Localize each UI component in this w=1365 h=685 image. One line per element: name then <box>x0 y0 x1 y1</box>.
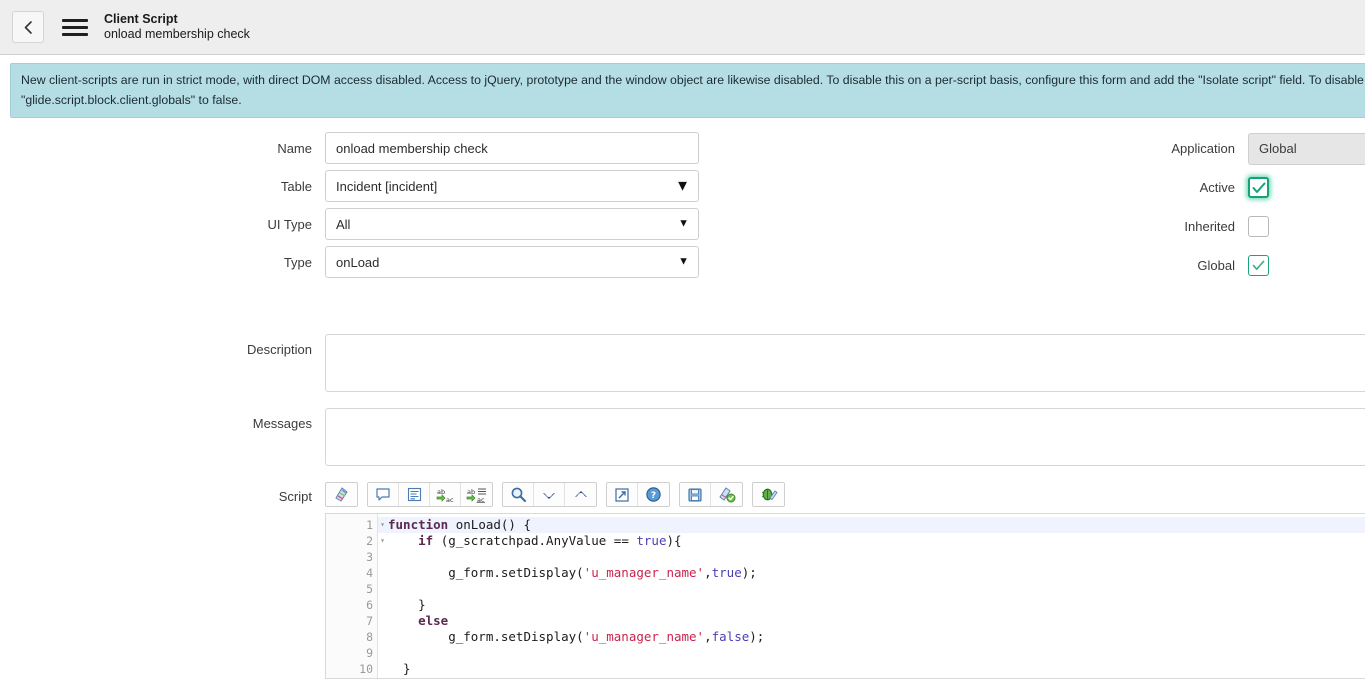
script-code-editor[interactable]: 1 ▾ 2 ▾ 3 4 5 6 7 8 9 10 function onLoad() { if (g_… <box>325 513 1365 679</box>
description-label: Description <box>246 342 312 357</box>
toolbar-group-format <box>325 482 358 507</box>
toolbar-group-edit: ab ac ab ac <box>367 482 493 507</box>
comment-icon[interactable] <box>368 483 399 506</box>
debug-script-icon[interactable] <box>753 483 784 506</box>
code-line[interactable]: } <box>388 597 1365 613</box>
svg-text:ac: ac <box>446 496 454 503</box>
line-number: 10 <box>359 662 373 676</box>
banner-line-1: New client-scripts are run in strict mod… <box>21 73 1365 87</box>
popout-editor-icon[interactable] <box>607 483 638 506</box>
check-icon <box>1252 182 1265 193</box>
client-script-form: Name Table Incident [incident] ▼ UI Type… <box>0 118 1365 679</box>
find-next-icon[interactable] <box>534 483 565 506</box>
global-checkbox[interactable] <box>1248 255 1269 276</box>
fold-arrow-icon[interactable]: ▾ <box>380 517 385 533</box>
search-icon[interactable] <box>503 483 534 506</box>
ui-type-select-wrapper: All ▼ <box>325 208 699 240</box>
toolbar-group-window: ? <box>606 482 670 507</box>
description-textarea[interactable] <box>325 334 1365 392</box>
svg-text:ab: ab <box>467 488 475 496</box>
name-label: Name <box>277 140 312 156</box>
type-label: Type <box>283 254 312 270</box>
svg-text:ac: ac <box>477 496 485 503</box>
form-right-column: Application Global Active Inherited Glob… <box>1000 132 1365 288</box>
table-label: Table <box>280 178 312 194</box>
ui-type-label: UI Type <box>267 216 312 232</box>
code-line[interactable]: else <box>388 613 1365 629</box>
replace-word-icon[interactable]: ab ac <box>430 483 461 506</box>
save-icon[interactable] <box>680 483 711 506</box>
messages-textarea[interactable] <box>325 408 1365 466</box>
check-icon <box>1252 260 1265 270</box>
active-label: Active <box>1199 180 1235 195</box>
line-number: 2 ▾ <box>366 534 385 548</box>
line-number: 9 <box>366 646 373 660</box>
line-number: 8 <box>366 630 373 644</box>
record-name-subtitle: onload membership check <box>104 27 250 41</box>
code-line[interactable]: function onLoad() { <box>378 517 1365 533</box>
inherited-label: Inherited <box>1184 219 1235 234</box>
script-label: Script <box>278 489 312 504</box>
field-row-active: Active <box>1000 171 1365 204</box>
code-line[interactable] <box>388 549 1365 565</box>
line-number: 5 <box>366 582 373 596</box>
record-type-title: Client Script <box>104 11 178 26</box>
table-select-wrapper: Incident [incident] ▼ <box>325 170 699 202</box>
svg-text:ab: ab <box>437 488 445 496</box>
back-button[interactable] <box>12 11 44 43</box>
code-line[interactable] <box>388 645 1365 661</box>
line-number: 6 <box>366 598 373 612</box>
find-previous-icon[interactable] <box>565 483 596 506</box>
field-row-inherited: Inherited <box>1000 210 1365 243</box>
line-number: 7 <box>366 614 373 628</box>
banner-line-2: "glide.script.block.client.globals" to f… <box>21 93 242 107</box>
svg-text:?: ? <box>651 491 656 501</box>
script-editor-toolbar: ab ac ab ac ? <box>325 482 1365 507</box>
hamburger-menu-icon[interactable] <box>62 18 88 36</box>
ui-type-select[interactable]: All <box>325 208 699 240</box>
field-row-description: Description <box>0 334 1365 392</box>
line-number: 1 ▾ <box>366 518 385 532</box>
field-row-script: Script ab ac ab ac ? 1 ▾ 2 ▾ 3 4 5 6 7 8… <box>0 482 1365 679</box>
line-number: 4 <box>366 566 373 580</box>
name-input[interactable] <box>325 132 699 164</box>
application-label: Application <box>1171 141 1235 156</box>
code-gutter: 1 ▾ 2 ▾ 3 4 5 6 7 8 9 10 <box>326 514 385 678</box>
active-checkbox[interactable] <box>1248 177 1269 198</box>
strict-mode-info-banner: New client-scripts are run in strict mod… <box>10 63 1365 118</box>
toolbar-group-debug <box>752 482 785 507</box>
type-select[interactable]: onLoad <box>325 246 699 278</box>
table-select[interactable]: Incident [incident] <box>325 170 699 202</box>
app-header: Client Script onload membership check <box>0 0 1365 55</box>
format-code-icon[interactable] <box>326 483 357 506</box>
align-text-icon[interactable] <box>399 483 430 506</box>
info-banner-container: New client-scripts are run in strict mod… <box>0 55 1365 118</box>
page-title: Client Script onload membership check <box>104 12 250 43</box>
chevron-left-icon <box>22 20 35 35</box>
fold-arrow-icon[interactable]: ▾ <box>380 533 385 549</box>
application-field: Global <box>1248 132 1365 165</box>
code-line[interactable]: g_form.setDisplay('u_manager_name',true)… <box>388 565 1365 581</box>
help-icon[interactable]: ? <box>638 483 669 506</box>
field-row-application: Application Global <box>1000 132 1365 165</box>
global-label: Global <box>1197 258 1235 273</box>
field-row-messages: Messages <box>0 408 1365 466</box>
line-number: 3 <box>366 550 373 564</box>
syntax-check-icon[interactable] <box>711 483 742 506</box>
messages-label: Messages <box>252 416 312 431</box>
type-select-wrapper: onLoad ▼ <box>325 246 699 278</box>
code-line[interactable]: } <box>388 661 1365 677</box>
code-line[interactable]: g_form.setDisplay('u_manager_name',false… <box>388 629 1365 645</box>
code-line[interactable]: if (g_scratchpad.AnyValue == true){ <box>388 533 1365 549</box>
field-row-global: Global <box>1000 249 1365 282</box>
toolbar-group-find <box>502 482 597 507</box>
replace-all-icon[interactable]: ab ac <box>461 483 492 506</box>
code-lines[interactable]: function onLoad() { if (g_scratchpad.Any… <box>378 514 1365 678</box>
code-line[interactable] <box>388 581 1365 597</box>
inherited-checkbox[interactable] <box>1248 216 1269 237</box>
toolbar-group-save <box>679 482 743 507</box>
